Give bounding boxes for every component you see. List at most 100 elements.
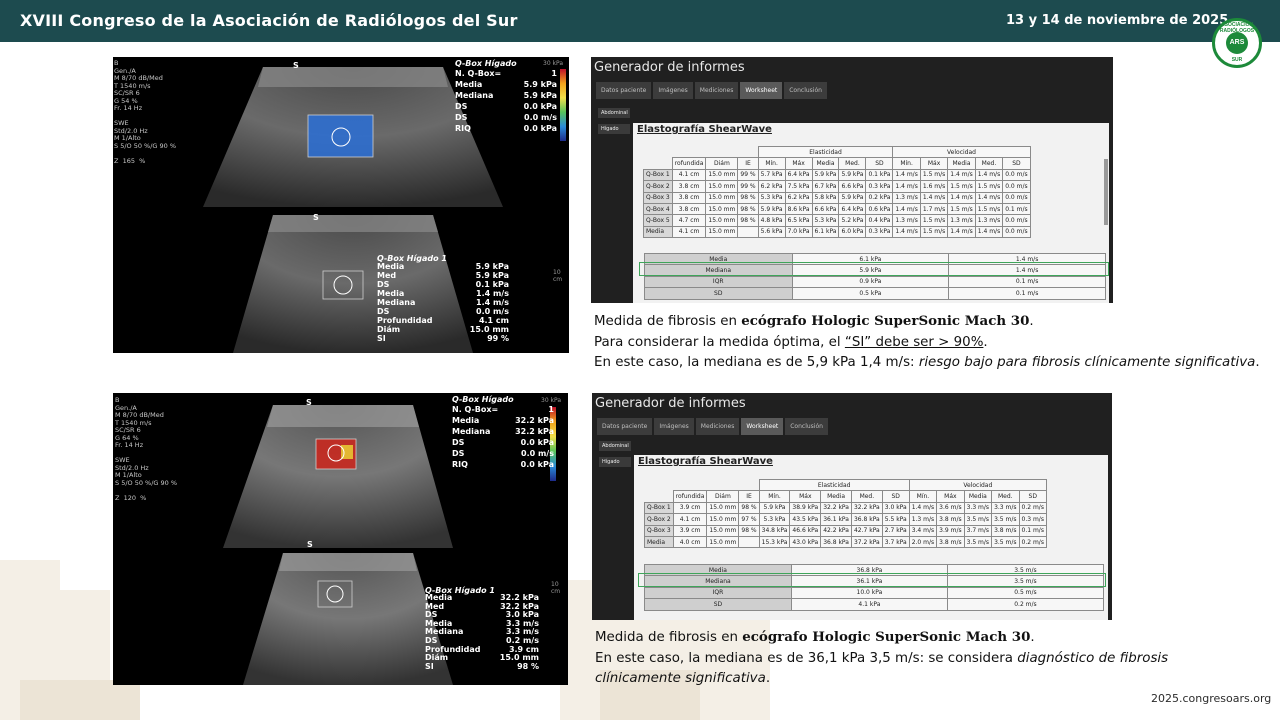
table-cell: 15.0 mm	[706, 501, 740, 515]
footer-url[interactable]: 2025.congresoars.org	[1151, 692, 1271, 705]
tab-datos-paciente[interactable]: Datos paciente	[596, 82, 652, 99]
group-blank	[645, 480, 760, 491]
table-cell: 1.7 m/s	[919, 202, 949, 216]
table-row: Q-Box 5 4.7 cm 15.0 mm 98 % 4.8 kPa 6.5 kPa 5.…	[643, 214, 1031, 227]
table-cell: 3.8 m/s	[991, 524, 1020, 537]
measurement-label: DS	[377, 280, 390, 289]
measurement-value: 0.0 kPa	[523, 124, 557, 133]
table-cell: 34.8 kPa	[758, 524, 791, 537]
sidebar-item-higado[interactable]: Hígado	[598, 124, 630, 134]
scanner-settings: B Gen./A M 8/70 dB/Med T 1540 m/s SC/SR …	[114, 59, 177, 165]
column-header: Máx	[789, 490, 822, 503]
measurement-value: 4.1 cm	[478, 316, 509, 325]
table-cell: 3.8 cm	[671, 180, 707, 193]
row-label: Q-Box 1	[643, 168, 673, 182]
table-cell: 97 %	[738, 513, 760, 526]
summary-row: SD 0.5 kPa 0.1 m/s	[644, 287, 1106, 300]
table-cell: 3.8 m/s	[936, 535, 965, 549]
tab-worksheet[interactable]: Worksheet	[740, 82, 783, 99]
table-cell: 3.0 kPa	[881, 501, 910, 515]
column-header: Media	[820, 490, 852, 503]
caption-1: Medida de fibrosis en ecógrafo Hologic S…	[594, 311, 1260, 374]
measurement-value: 0.0 m/s	[476, 307, 509, 316]
summary-value: 0.5 kPa	[791, 287, 950, 300]
table-cell: 1.4 m/s	[947, 225, 976, 239]
table-cell: 0.0 m/s	[1002, 225, 1031, 239]
table-cell: 42.2 kPa	[820, 524, 852, 537]
logo-bottom-text: SUR	[1231, 57, 1243, 63]
table-cell: 1.5 m/s	[919, 168, 949, 182]
summary-label: SD	[644, 287, 793, 300]
table-scrollbar[interactable]	[1104, 159, 1108, 225]
table-group-header: Elasticidad Velocidad	[644, 145, 1031, 159]
measurement-label: Media	[452, 416, 480, 425]
row-label: Media	[644, 535, 674, 549]
measurement-label: DS	[455, 102, 468, 111]
table-cell: 3.8 cm	[671, 191, 707, 204]
qbox2-measurements: Media 5.9 kPa Med 5.9 kPa DS 0.1 kPa Media 1.4 …	[377, 262, 509, 343]
table-row: Q-Box 2 4.1 cm 15.0 mm 97 % 5.3 kPa 43.5 kPa 3…	[644, 513, 1047, 526]
table-cell: 5.3 kPa	[811, 214, 840, 227]
summary-label: SD	[644, 598, 792, 611]
tab-conclusi-n[interactable]: Conclusión	[785, 418, 828, 435]
worksheet-title: Elastografía ShearWave	[637, 124, 772, 135]
caption-1-line-3: En este caso, la mediana es de 5,9 kPa 1…	[594, 355, 1260, 370]
measurement-label: SI	[425, 661, 434, 671]
sidebar-item-abdominal[interactable]: Abdominal	[598, 108, 630, 118]
row-label: Q-Box 2	[644, 513, 674, 526]
column-header: Máx	[936, 490, 965, 503]
measurement-value: 5.9 kPa	[523, 91, 557, 100]
tab-mediciones[interactable]: Mediciones	[695, 418, 740, 435]
tab-datos-paciente[interactable]: Datos paciente	[597, 418, 653, 435]
summary-value: 0.2 m/s	[946, 598, 1105, 611]
s-marker-bottom: S	[307, 540, 313, 549]
table-cell: 7.5 kPa	[784, 180, 813, 193]
column-header	[644, 158, 673, 169]
tab-conclusi-n[interactable]: Conclusión	[784, 82, 827, 99]
measurement-row: DS 0.0 m/s	[377, 307, 509, 316]
measurement-value: 1.4 m/s	[476, 289, 509, 298]
summary-label: IQR	[644, 275, 793, 289]
table-cell: 3.5 m/s	[963, 513, 993, 526]
qbox-measurements: N. Q-Box= 1 Media 32.2 kPa Mediana 32.2 kPa DS…	[452, 404, 554, 470]
summary-value: 10.0 kPa	[790, 586, 948, 600]
ars-logo: ASOCIACIÓN RADIÓLOGOS ARS SUR	[1212, 18, 1262, 68]
sidebar-item-higado[interactable]: Hígado	[599, 457, 631, 467]
table-cell: 6.2 kPa	[757, 180, 786, 193]
table-cell: 5.9 kPa	[757, 202, 786, 216]
measurement-label: N. Q-Box=	[452, 405, 499, 414]
header-bar: XVIII Congreso de la Asociación de Radió…	[0, 0, 1280, 42]
measurement-label: DS	[452, 438, 465, 447]
measurement-label: Mediana	[455, 91, 494, 100]
congress-date: 13 y 14 de noviembre de 2025	[1006, 13, 1229, 28]
sidebar-item-abdominal[interactable]: Abdominal	[599, 441, 631, 451]
measurement-row: Media 32.2 kPa	[452, 415, 554, 426]
table-cell: 15.3 kPa	[758, 535, 791, 549]
measurement-label: SI	[377, 334, 386, 343]
measurement-label: Profundidad	[377, 316, 433, 325]
table-cell: 3.3 m/s	[991, 501, 1020, 515]
s-marker-bottom: S	[313, 213, 319, 222]
report-tabs: Datos paciente Imágenes Mediciones Workshee…	[596, 82, 829, 99]
tab-im-genes[interactable]: Imágenes	[653, 82, 693, 99]
table-cell: 0.2 m/s	[1018, 535, 1047, 549]
table-cell: 3.8 m/s	[936, 513, 965, 526]
table-cell: 4.7 cm	[671, 214, 707, 227]
table-cell: 1.4 m/s	[947, 191, 976, 204]
tab-mediciones[interactable]: Mediciones	[694, 82, 739, 99]
report-title: Generador de informes	[594, 60, 745, 75]
group-elasticity: Elasticidad	[758, 478, 910, 492]
table-cell: 38.9 kPa	[789, 501, 822, 515]
measurement-row: Diám 15.0 mm	[377, 325, 509, 334]
table-cell: 99 %	[737, 168, 759, 182]
table-row: Q-Box 4 3.8 cm 15.0 mm 98 % 5.9 kPa 8.6 kPa 6.…	[643, 202, 1031, 216]
caption-2-line-1: Medida de fibrosis en ecógrafo Hologic S…	[595, 629, 1035, 645]
tab-im-genes[interactable]: Imágenes	[654, 418, 694, 435]
table-row: Q-Box 3 3.8 cm 15.0 mm 98 % 5.3 kPa 6.2 kPa 5.…	[643, 191, 1031, 204]
table-cell: 0.1 kPa	[865, 168, 894, 182]
measurement-row: Media 1.4 m/s	[377, 289, 509, 298]
tab-worksheet[interactable]: Worksheet	[741, 418, 784, 435]
table-cell: 36.1 kPa	[820, 513, 852, 526]
table-cell: 6.5 kPa	[784, 214, 813, 227]
table-cell: 4.1 cm	[671, 225, 707, 239]
